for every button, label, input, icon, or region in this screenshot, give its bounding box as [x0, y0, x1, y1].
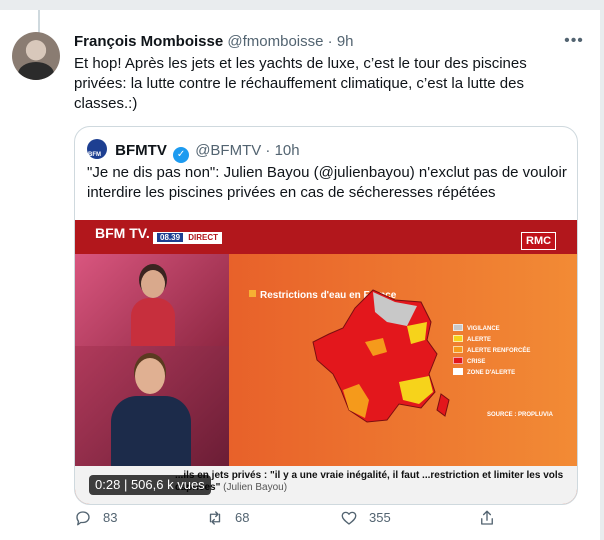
quoted-author-handle: @BFMTV	[195, 142, 262, 159]
tweet-header: François Momboisse @fmomboisse · 9h	[74, 32, 554, 52]
retweet-count: 68	[235, 510, 250, 525]
map-legend: VIGILANCE ALERTE ALERTE RENFORCÉE CRISE …	[453, 324, 553, 379]
reply-count: 83	[103, 510, 118, 525]
live-time: 08.39	[157, 233, 184, 242]
like-count: 355	[369, 510, 391, 525]
map-panel: Restrictions d'eau en France VIGILANCE A…	[229, 254, 577, 466]
quoted-header: BFMTV ✓ @BFMTV · 10h	[87, 139, 300, 165]
more-options-icon[interactable]: •••	[560, 28, 588, 54]
author-handle[interactable]: @fmomboisse	[227, 33, 323, 50]
france-map	[312, 289, 450, 423]
channel-logo: BFM TV.	[95, 225, 150, 241]
quoted-tweet[interactable]: BFMTV ✓ @BFMTV · 10h "Je ne dis pas non"…	[74, 126, 578, 505]
retweet-icon	[209, 511, 221, 525]
tweet-card[interactable]: François Momboisse @fmomboisse · 9h ••• …	[0, 10, 600, 540]
live-label: DIRECT	[188, 233, 219, 242]
partner-logo: RMC	[521, 232, 557, 250]
reply-icon	[76, 511, 90, 526]
presenter-figure	[131, 268, 175, 346]
legend-item: ALERTE	[453, 335, 553, 346]
share-icon	[481, 510, 493, 525]
ticker-text: ...ils en jets privés : "il y a une vrai…	[175, 470, 564, 493]
video-stats-badge: 0:28 | 506,6 k vues	[89, 475, 211, 495]
separator-bar: |	[123, 477, 128, 492]
legend-item: CRISE	[453, 357, 553, 368]
tweet-text: Et hop! Après les jets et les yachts de …	[74, 55, 527, 112]
tweet-time[interactable]: 9h	[337, 33, 354, 50]
broadcast-bar: BFM TV. 08.39 DIRECT RMC	[75, 220, 577, 254]
guest-figure	[111, 358, 191, 466]
legend-item: VIGILANCE	[453, 324, 553, 335]
map-source: SOURCE : PROPLUVIA	[487, 412, 554, 418]
live-tag: 08.39 DIRECT	[153, 232, 223, 244]
video-views: 506,6 k vues	[130, 477, 205, 492]
quoted-time: 10h	[274, 142, 300, 159]
video-player[interactable]: BFM TV. 08.39 DIRECT RMC Restrictions d'…	[75, 220, 577, 504]
author-name[interactable]: François Momboisse	[74, 33, 223, 50]
heart-icon	[341, 511, 357, 525]
quoted-avatar	[87, 139, 107, 165]
author-avatar[interactable]	[12, 32, 60, 80]
video-duration: 0:28	[95, 477, 121, 492]
quoted-author-name: BFMTV	[115, 142, 167, 159]
ticker-speaker: (Julien Bayou)	[223, 482, 288, 493]
verified-badge-icon: ✓	[173, 147, 190, 163]
quoted-separator: ·	[265, 142, 271, 159]
tweet-actions: 83 68 355	[74, 508, 514, 528]
legend-item: ALERTE RENFORCÉE	[453, 346, 553, 357]
legend-item: ZONE D'ALERTE	[453, 368, 553, 379]
quoted-text: "Je ne dis pas non": Julien Bayou (@juli…	[87, 164, 567, 201]
separator: ·	[327, 33, 333, 50]
